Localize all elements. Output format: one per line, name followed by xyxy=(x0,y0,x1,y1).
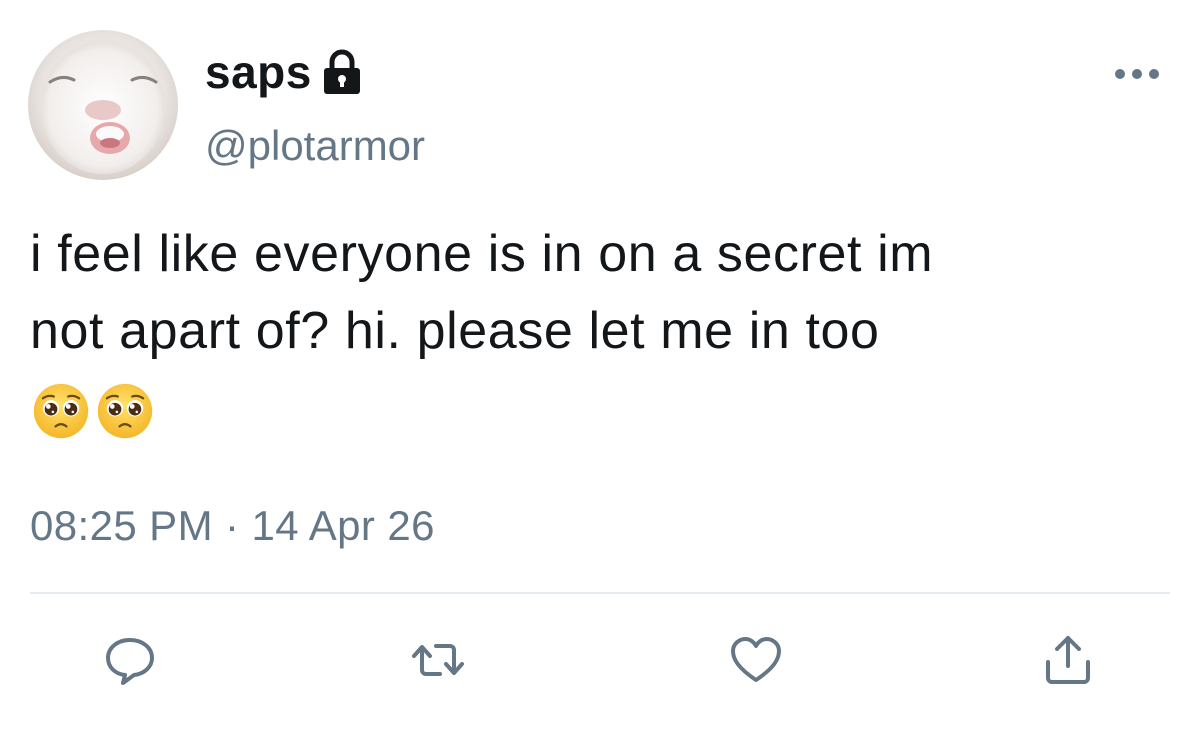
divider xyxy=(30,592,1170,594)
heart-icon xyxy=(731,637,781,682)
pleading-face-emoji xyxy=(33,383,89,439)
tweet-card: saps @plotarmor i feel like everyone is … xyxy=(0,0,1200,748)
more-options-icon[interactable] xyxy=(1112,64,1162,84)
retweet-icon xyxy=(412,644,464,676)
tweet-timestamp[interactable]: 08:25 PM · 14 Apr 26 xyxy=(30,500,435,552)
share-icon xyxy=(1046,636,1090,684)
pleading-face-emoji xyxy=(97,383,153,439)
lock-icon xyxy=(322,49,362,95)
like-button[interactable] xyxy=(728,632,784,688)
reply-icon xyxy=(106,638,154,685)
avatar-image xyxy=(28,30,178,180)
name-row: saps xyxy=(205,44,362,100)
reply-button[interactable] xyxy=(102,632,158,688)
avatar[interactable] xyxy=(28,30,178,180)
tweet-text: i feel like everyone is in on a secret i… xyxy=(30,225,934,360)
emoji-row xyxy=(32,382,154,440)
share-button[interactable] xyxy=(1040,632,1096,688)
retweet-button[interactable] xyxy=(410,632,466,688)
display-name[interactable]: saps xyxy=(205,44,312,100)
user-handle[interactable]: @plotarmor xyxy=(205,120,425,172)
